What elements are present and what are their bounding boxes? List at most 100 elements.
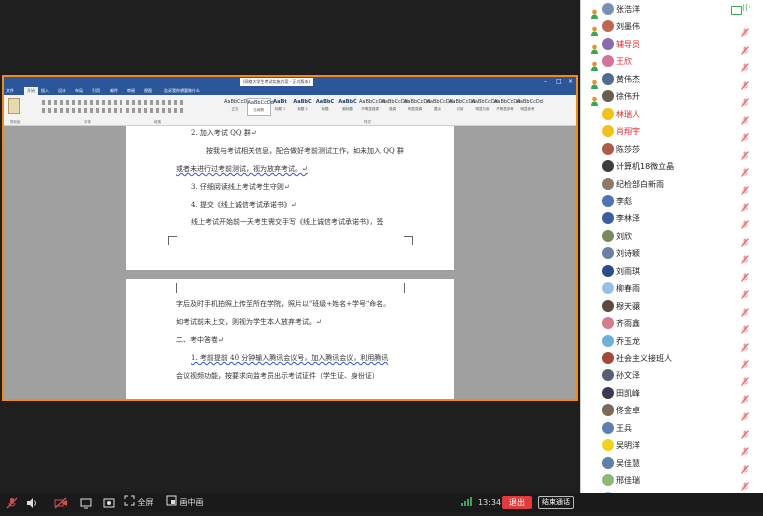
participant-row[interactable]: 王兵: [581, 420, 763, 439]
participant-row[interactable]: 柳春雨: [581, 280, 763, 300]
mic-muted-icon[interactable]: [741, 75, 749, 90]
mic-muted-icon[interactable]: [741, 22, 749, 38]
style-1[interactable]: AaBbCcDd 无间隔: [246, 98, 274, 116]
participant-row[interactable]: 邢佳瑞: [581, 472, 763, 491]
record-icon[interactable]: [103, 493, 115, 512]
mic-muted-icon[interactable]: [741, 476, 749, 491]
mic-muted-icon[interactable]: [741, 232, 749, 247]
style-0[interactable]: AaBbCcDd 正文: [224, 98, 250, 114]
participant-row[interactable]: 徐伟升: [581, 88, 763, 108]
participant-row[interactable]: 吴明洋: [581, 437, 763, 457]
mic-muted-icon[interactable]: [741, 145, 749, 160]
paragraph-tools[interactable]: [126, 100, 186, 105]
font-tools[interactable]: [42, 100, 122, 105]
close-icon[interactable]: ×: [568, 78, 573, 86]
mic-muted-icon[interactable]: [741, 337, 749, 352]
participant-row[interactable]: 乔玉龙: [581, 333, 763, 352]
mic-muted-icon[interactable]: [741, 92, 749, 108]
participant-row[interactable]: 林瑞人: [581, 106, 763, 125]
tab-7[interactable]: 审阅: [127, 87, 135, 95]
style-12[interactable]: AaBbCcDd 不明显参考: [494, 98, 520, 114]
mic-muted-icon[interactable]: [741, 302, 749, 317]
participant-row[interactable]: 王欣: [581, 53, 763, 73]
mic-muted-icon[interactable]: [741, 214, 749, 230]
participant-row[interactable]: 计算机18微立晶: [581, 158, 763, 177]
document-canvas[interactable]: 2. 加入考试 QQ 群↵ 按我与考试相关信息，配合做好考前测试工作，如未加入 …: [4, 126, 576, 399]
participant-row[interactable]: 刘欣: [581, 228, 763, 247]
participant-row[interactable]: 辅导员: [581, 36, 763, 55]
participant-row[interactable]: 刘诗颖: [581, 245, 763, 265]
document-page[interactable]: 字后及时手机拍照上传至所在学院，照片以"班级+姓名+学号"命名。 如考试前未上交…: [126, 279, 454, 399]
mic-muted-icon[interactable]: [741, 267, 749, 282]
tab-6[interactable]: 邮件: [110, 87, 118, 95]
participant-row[interactable]: 陈莎莎: [581, 141, 763, 160]
mic-muted-icon[interactable]: [6, 493, 18, 512]
participant-row[interactable]: 吴佳慧: [581, 455, 763, 474]
tab-8[interactable]: 视图: [144, 87, 152, 95]
style-13[interactable]: AaBbCcDd 明显参考: [517, 98, 543, 114]
style-3[interactable]: AaBbC 标题 2: [292, 98, 314, 114]
speaker-icon[interactable]: [26, 493, 38, 512]
participant-row[interactable]: 刘雨琪: [581, 263, 763, 282]
paste-icon[interactable]: [8, 98, 20, 114]
mic-muted-icon[interactable]: [741, 371, 749, 387]
tab-5[interactable]: 引用: [92, 87, 100, 95]
mic-muted-icon[interactable]: [741, 57, 749, 73]
participant-row[interactable]: 张浩洋 ((·: [581, 1, 763, 19]
mic-muted-icon[interactable]: [741, 40, 749, 55]
mic-muted-icon[interactable]: [741, 284, 749, 300]
tab-4[interactable]: 布局: [75, 87, 83, 95]
style-9[interactable]: AaBbCcDd 要点: [427, 98, 453, 114]
mic-muted-icon[interactable]: [741, 127, 749, 142]
mic-muted-icon[interactable]: [741, 180, 749, 195]
tab-2[interactable]: 插入: [41, 87, 49, 95]
fullscreen-button[interactable]: 全屏: [124, 493, 154, 512]
tab-1[interactable]: 开始: [24, 87, 38, 95]
participant-row[interactable]: 李彪: [581, 193, 763, 212]
alignment-tools[interactable]: [126, 108, 186, 113]
style-11[interactable]: AaBbCcDd 明显引用: [472, 98, 498, 114]
mic-muted-icon[interactable]: [741, 162, 749, 177]
mic-muted-icon[interactable]: [741, 424, 749, 439]
mic-muted-icon[interactable]: [741, 441, 749, 457]
mic-muted-icon[interactable]: [741, 354, 749, 369]
mic-muted-icon[interactable]: [741, 389, 749, 404]
mic-muted-icon[interactable]: [741, 406, 749, 422]
participant-row[interactable]: 刘墨伟: [581, 18, 763, 38]
style-10[interactable]: AaBbCcDd 引用: [449, 98, 475, 114]
tab-0[interactable]: 文件: [6, 87, 14, 95]
style-2[interactable]: AaBt 标题 1: [269, 98, 291, 114]
minimize-icon[interactable]: –: [544, 78, 547, 86]
exit-button[interactable]: 退出: [502, 496, 532, 509]
mic-muted-icon[interactable]: [741, 110, 749, 125]
mic-muted-icon[interactable]: [741, 249, 749, 265]
screen-share-icon[interactable]: [80, 493, 92, 512]
font-format-tools[interactable]: [42, 108, 122, 113]
document-page[interactable]: 2. 加入考试 QQ 群↵ 按我与考试相关信息，配合做好考前测试工作，如未加入 …: [126, 126, 454, 270]
maximize-icon[interactable]: □: [556, 78, 562, 86]
style-6[interactable]: AaBbCcDd 不明显强调: [359, 98, 385, 114]
camera-off-icon[interactable]: [54, 493, 68, 512]
style-5[interactable]: AaBbC 副标题: [337, 98, 359, 114]
participant-row[interactable]: 佟金卓: [581, 402, 763, 422]
participant-row[interactable]: 肖翔宇: [581, 123, 763, 142]
participant-row[interactable]: 穆天骧: [581, 298, 763, 317]
participant-row[interactable]: 社会主义接班人: [581, 350, 763, 369]
tab-3[interactable]: 设计: [58, 87, 66, 95]
tab-9[interactable]: 告诉我你想要做什么: [164, 87, 200, 95]
style-4[interactable]: AaBbC 标题: [314, 98, 336, 114]
style-7[interactable]: AaBbCcDd 强调: [382, 98, 408, 114]
participant-row[interactable]: 李林泽: [581, 210, 763, 230]
style-8[interactable]: AaBbCcDd 明显强调: [404, 98, 430, 114]
participant-row[interactable]: 齐雨鑫: [581, 315, 763, 334]
mic-muted-icon[interactable]: [741, 459, 749, 474]
participant-row[interactable]: 孙文泽: [581, 367, 763, 387]
participant-row[interactable]: 黄伟杰: [581, 71, 763, 90]
mic-muted-icon[interactable]: [741, 197, 749, 212]
participant-list[interactable]: 张浩洋 ((· 刘墨伟 辅导员 王欣 黄伟杰 徐伟升 林瑞人 肖翔宇 陈莎莎 计算机18微立晶 纪检部…: [580, 0, 763, 512]
mic-muted-icon[interactable]: [741, 319, 749, 334]
pip-button[interactable]: 画中画: [166, 493, 204, 512]
shared-window[interactable]: (网络大学生考试实施方案 - 正式版本) – □ × 文件 开始 插入 设计 布局 引用邮…: [2, 75, 578, 401]
end-call-button[interactable]: 结束通话: [538, 496, 574, 509]
participant-row[interactable]: 田凯峰: [581, 385, 763, 404]
